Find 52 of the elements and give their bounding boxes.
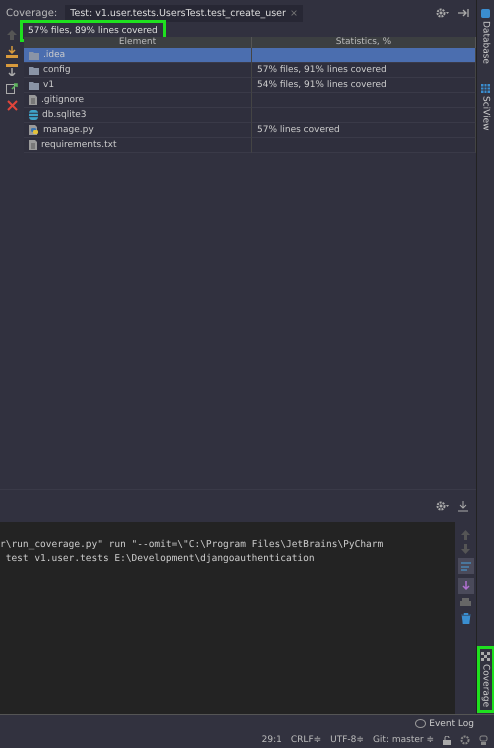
settings-icon[interactable] — [460, 735, 470, 745]
column-header[interactable]: Element — [24, 37, 252, 48]
element-cell[interactable]: requirements.txt — [24, 138, 252, 153]
statistics-cell: 57% lines covered — [252, 123, 476, 138]
console-line: r\run_coverage.py" run "--omit=\"C:\Program Files\JetBrains\PyCharm — [0, 538, 384, 552]
status-item: 29:1 — [262, 735, 282, 745]
element-name: .gitignore — [41, 95, 84, 105]
status-item[interactable]: CRLF≑ — [290, 735, 322, 745]
element-cell[interactable]: config — [24, 63, 252, 78]
grid-icon — [481, 84, 490, 93]
close-icon[interactable] — [6, 100, 18, 111]
lock-icon[interactable] — [443, 736, 451, 744]
file-icon — [29, 95, 37, 105]
statistics-cell: 54% files, 91% lines covered — [252, 78, 476, 93]
element-cell[interactable]: v1 — [24, 78, 252, 93]
scroll-to-end-icon[interactable] — [458, 578, 474, 594]
panel-label: Coverage: — [6, 8, 58, 18]
settings-icon[interactable] — [436, 8, 450, 18]
coverage-side-tab[interactable]: Coverage — [480, 648, 492, 710]
element-cell[interactable]: .gitignore — [24, 93, 252, 108]
database-icon — [29, 110, 38, 120]
element-cell[interactable]: db.sqlite3 — [24, 108, 252, 123]
soft-wrap-icon[interactable] — [458, 558, 474, 574]
trash-icon[interactable] — [460, 613, 470, 624]
element-name: .idea — [43, 50, 66, 60]
checker-icon — [481, 652, 490, 661]
coverage-tab[interactable]: Test: v1.user.tests.UsersTest.test_create_user × — [65, 4, 303, 22]
side-tab[interactable]: SciView — [480, 80, 492, 134]
export-icon[interactable] — [6, 82, 18, 94]
element-name: db.sqlite3 — [42, 110, 86, 120]
collapse-icon[interactable] — [6, 64, 18, 76]
console-line: test v1.user.tests E:\Development\djangoauthentication — [4, 552, 316, 566]
element-name: config — [43, 65, 71, 75]
column-header[interactable]: Statistics, % — [252, 37, 476, 48]
hide-icon[interactable] — [458, 8, 470, 18]
download-icon[interactable] — [458, 500, 468, 512]
settings-icon[interactable] — [436, 501, 450, 511]
statistics-cell: 57% files, 91% lines covered — [252, 63, 476, 78]
status-item[interactable]: UTF-8≑ — [330, 735, 364, 745]
side-tab[interactable]: Database — [480, 6, 492, 67]
element-name: manage.py — [43, 125, 94, 135]
element-name: v1 — [43, 80, 54, 90]
database-icon — [481, 9, 490, 18]
file-icon — [29, 140, 37, 150]
status-item[interactable]: Git: master ≑ — [372, 735, 434, 745]
python-file-icon — [29, 125, 39, 135]
speech-bubble-icon — [415, 718, 426, 728]
robot-icon[interactable] — [479, 735, 488, 745]
event-log-link[interactable]: Event Log — [429, 718, 474, 728]
element-name: requirements.txt — [41, 140, 116, 150]
download-icon[interactable] — [6, 46, 18, 58]
element-cell[interactable]: manage.py — [24, 123, 252, 138]
